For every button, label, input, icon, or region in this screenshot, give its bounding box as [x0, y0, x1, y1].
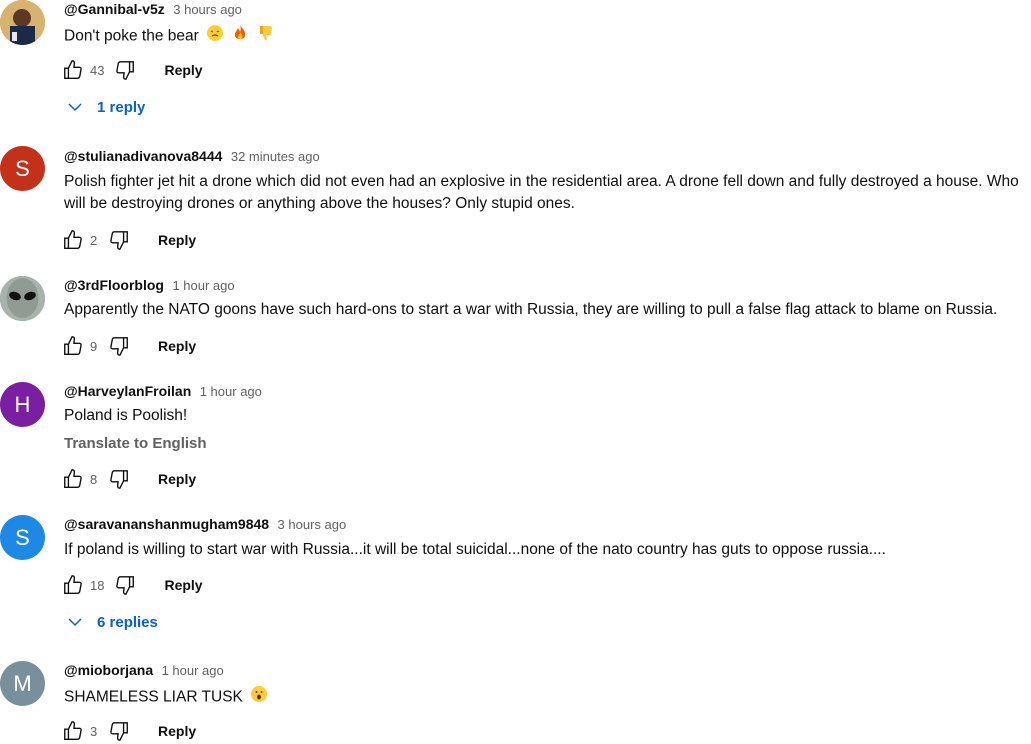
comment-author[interactable]: @stulianadivanova8444	[64, 148, 222, 164]
reply-button[interactable]: Reply	[164, 62, 202, 78]
thumb-down-icon[interactable]	[112, 57, 138, 83]
thumb-up-icon[interactable]	[60, 572, 86, 598]
comment-text: Poland is Poolish!	[64, 407, 188, 424]
comment-author[interactable]: @HarveylanFroilan	[64, 383, 191, 399]
avatar[interactable]: M	[0, 661, 45, 706]
steam-face-emoji	[206, 24, 224, 49]
avatar-letter: S	[15, 155, 30, 181]
avatar[interactable]: S	[0, 146, 45, 191]
comment-text-wrap: SHAMELESS LIAR TUSK	[64, 685, 1031, 710]
comment-text: If poland is willing to start war with R…	[64, 541, 886, 558]
replies-label: 1 reply	[97, 98, 146, 116]
comment-actions: 9 Reply	[60, 333, 196, 359]
thumb-up-icon[interactable]	[60, 57, 86, 83]
comment-actions: 8 Reply	[60, 466, 196, 492]
like-count: 18	[90, 577, 105, 593]
like-count: 43	[90, 62, 105, 78]
reply-button[interactable]: Reply	[158, 723, 196, 739]
comment-author[interactable]: @3rdFloorblog	[64, 277, 164, 293]
comment-text: Polish fighter jet hit a drone which did…	[64, 173, 1019, 212]
thumb-up-icon[interactable]	[60, 718, 86, 744]
thumb-up-icon[interactable]	[60, 466, 86, 492]
avatar[interactable]: S	[0, 515, 45, 560]
comment-time[interactable]: 1 hour ago	[172, 278, 234, 293]
thumb-up-icon[interactable]	[60, 333, 86, 359]
thumb-down-icon[interactable]	[106, 718, 132, 744]
comment-actions: 3 Reply	[60, 718, 196, 744]
thumbs-down-emoji	[257, 24, 275, 49]
avatar[interactable]	[0, 0, 45, 45]
comment-text-wrap: Don't poke the bear	[64, 24, 1031, 49]
thumb-down-icon[interactable]	[112, 572, 138, 598]
thumb-down-icon[interactable]	[106, 333, 132, 359]
comment-time[interactable]: 3 hours ago	[278, 517, 347, 532]
comment-time[interactable]: 1 hour ago	[200, 384, 262, 399]
comment-actions: 18 Reply	[60, 572, 203, 598]
replies-label: 6 replies	[97, 613, 158, 631]
chevron-down-icon	[68, 103, 82, 112]
comment-text: Apparently the NATO goons have such hard…	[64, 301, 998, 318]
reply-button[interactable]: Reply	[158, 471, 196, 487]
like-count: 9	[90, 338, 98, 354]
like-count: 2	[90, 232, 98, 248]
comment-actions: 2 Reply	[60, 227, 196, 253]
like-count: 3	[90, 723, 98, 739]
reply-button[interactable]: Reply	[164, 577, 202, 593]
comment-time[interactable]: 32 minutes ago	[231, 149, 320, 164]
avatar[interactable]	[0, 276, 45, 321]
comment-actions: 43 Reply	[60, 57, 203, 83]
comment-text: Don't poke the bear	[64, 27, 199, 45]
reply-button[interactable]: Reply	[158, 338, 196, 354]
thumb-up-icon[interactable]	[60, 227, 86, 253]
comment-text: SHAMELESS LIAR TUSK	[64, 688, 243, 706]
translate-button[interactable]: Translate to English	[64, 435, 207, 452]
avatar-image	[0, 276, 45, 321]
avatar-letter: S	[15, 524, 30, 550]
fire-emoji	[231, 24, 249, 49]
comment-time[interactable]: 1 hour ago	[162, 663, 224, 678]
like-count: 8	[90, 471, 98, 487]
view-replies-button[interactable]: 1 reply	[66, 98, 145, 116]
surprised-face-emoji	[250, 685, 268, 710]
avatar-letter: M	[13, 670, 32, 696]
chevron-down-icon	[68, 618, 82, 627]
avatar[interactable]: H	[0, 382, 45, 427]
avatar-image	[0, 0, 45, 45]
reply-button[interactable]: Reply	[158, 232, 196, 248]
thumb-down-icon[interactable]	[106, 227, 132, 253]
comment-time[interactable]: 3 hours ago	[173, 2, 242, 17]
comment-author[interactable]: @mioborjana	[64, 662, 153, 678]
avatar-letter: H	[14, 391, 31, 417]
comment-author[interactable]: @Gannibal-v5z	[64, 1, 165, 17]
comment-author[interactable]: @saravananshanmugham9848	[64, 516, 269, 532]
thumb-down-icon[interactable]	[106, 466, 132, 492]
view-replies-button[interactable]: 6 replies	[66, 613, 158, 631]
